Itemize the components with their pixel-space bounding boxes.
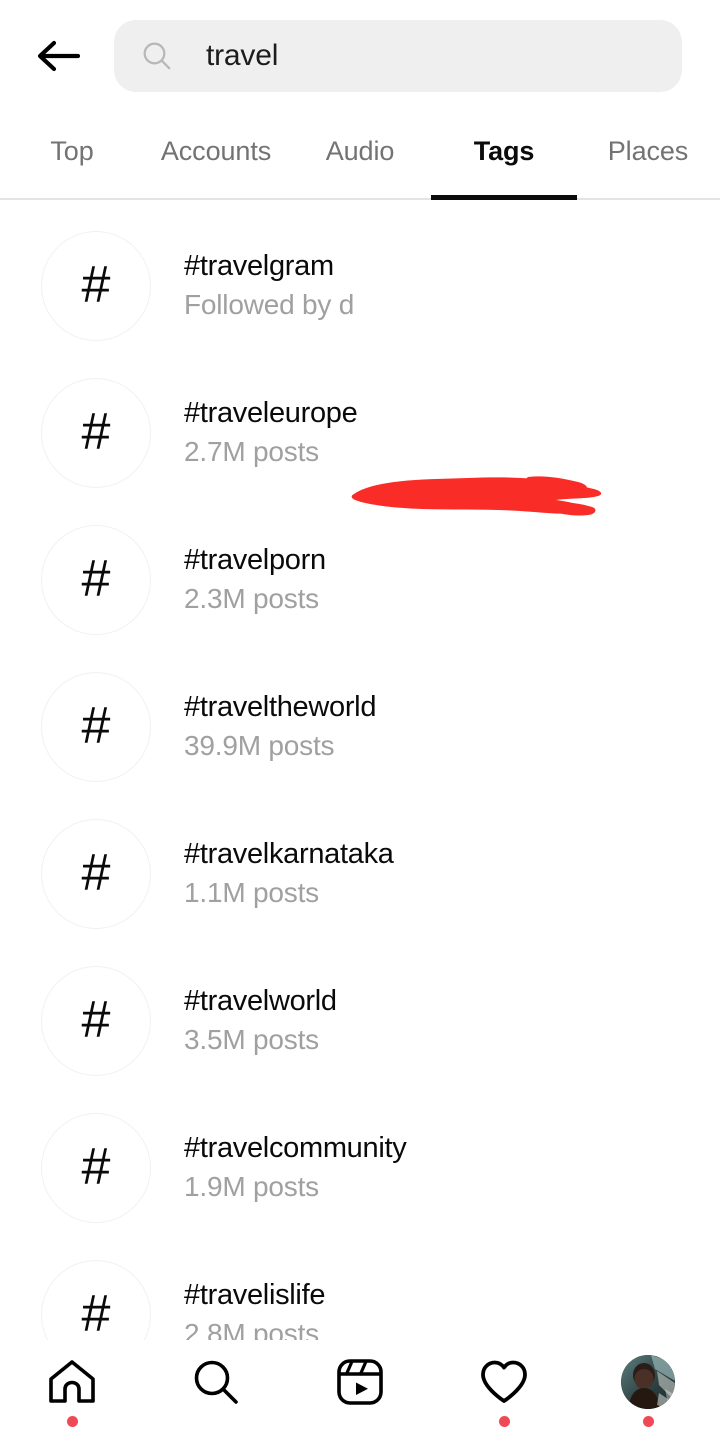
list-item[interactable]: # #travelporn 2.3M posts — [0, 506, 720, 653]
hashtag-glyph: # — [81, 843, 111, 902]
tag-name: #travelgram — [184, 249, 334, 282]
list-item-text: #travelgram Followed by d — [184, 249, 355, 321]
hashtag-glyph: # — [81, 1284, 111, 1340]
tag-name: #travelporn — [184, 543, 326, 576]
nav-activity[interactable] — [432, 1348, 576, 1427]
reels-icon — [332, 1354, 388, 1410]
tab-audio[interactable]: Audio — [288, 112, 432, 198]
list-item-text: #traveltheworld 39.9M posts — [184, 690, 377, 762]
tab-tags[interactable]: Tags — [432, 112, 576, 198]
tab-label: Places — [607, 135, 689, 166]
avatar — [621, 1355, 675, 1409]
tag-name: #travelkarnataka — [184, 837, 394, 870]
list-item[interactable]: # #travelkarnataka 1.1M posts — [0, 800, 720, 947]
list-item-text: #travelcommunity 1.9M posts — [184, 1131, 407, 1203]
list-item-text: #travelkarnataka 1.1M posts — [184, 837, 394, 909]
tab-label: Tags — [473, 135, 535, 166]
tab-label: Accounts — [160, 135, 272, 166]
tag-post-count: 2.8M posts — [184, 1317, 319, 1340]
tag-subtitle: Followed by d — [184, 288, 355, 320]
tag-name: #travelcommunity — [184, 1131, 407, 1164]
tag-name: #traveltheworld — [184, 690, 377, 723]
list-item-text: #traveleurope 2.7M posts — [184, 396, 358, 468]
nav-reels[interactable] — [288, 1348, 432, 1427]
list-item[interactable]: # #traveltheworld 39.9M posts — [0, 653, 720, 800]
search-icon — [140, 39, 174, 73]
list-item-text: #travelporn 2.3M posts — [184, 543, 326, 615]
search-icon — [188, 1354, 244, 1410]
tag-post-count: 1.9M posts — [184, 1170, 319, 1202]
search-input[interactable]: travel — [114, 20, 682, 92]
list-item[interactable]: # #travelworld 3.5M posts — [0, 947, 720, 1094]
hashtag-icon: # — [41, 524, 151, 635]
hashtag-icon: # — [41, 1259, 151, 1340]
tag-post-count: 39.9M posts — [184, 729, 335, 761]
tag-post-count: 2.3M posts — [184, 582, 319, 614]
notification-dot — [498, 1416, 510, 1427]
hashtag-glyph: # — [81, 990, 111, 1049]
back-button[interactable] — [30, 28, 86, 84]
hashtag-icon: # — [41, 671, 151, 782]
hashtag-glyph: # — [81, 1137, 111, 1196]
heart-icon — [476, 1354, 532, 1410]
tag-name: #travelislife — [184, 1278, 326, 1311]
hashtag-glyph: # — [81, 402, 111, 461]
list-item[interactable]: # #travelgram Followed by d — [0, 212, 720, 359]
hashtag-icon: # — [41, 1112, 151, 1223]
tag-post-count: 1.1M posts — [184, 876, 319, 908]
list-item-text: #travelworld 3.5M posts — [184, 984, 337, 1056]
profile-avatar-icon — [620, 1354, 676, 1410]
search-input-value: travel — [206, 41, 279, 71]
list-item[interactable]: # #travelislife 2.8M posts — [0, 1241, 720, 1340]
tag-post-count: 2.7M posts — [184, 435, 319, 467]
list-item[interactable]: # #traveleurope 2.7M posts — [0, 359, 720, 506]
hashtag-glyph: # — [81, 255, 111, 314]
tab-top[interactable]: Top — [0, 112, 144, 198]
nav-profile[interactable] — [576, 1348, 720, 1427]
tag-name: #traveleurope — [184, 396, 358, 429]
tag-post-count: 3.5M posts — [184, 1023, 319, 1055]
nav-search[interactable] — [144, 1348, 288, 1427]
hashtag-icon: # — [41, 230, 151, 341]
search-result-tabs: Top Accounts Audio Tags Places — [0, 112, 720, 200]
hashtag-glyph: # — [81, 696, 111, 755]
hashtag-icon: # — [41, 818, 151, 929]
notification-dot — [66, 1416, 78, 1427]
tab-label: Top — [50, 135, 94, 166]
tab-places[interactable]: Places — [576, 112, 720, 198]
hashtag-icon: # — [41, 965, 151, 1076]
tag-results-list[interactable]: # #travelgram Followed by d # #traveleur… — [0, 200, 720, 1340]
hashtag-glyph: # — [81, 549, 111, 608]
list-item[interactable]: # #travelcommunity 1.9M posts — [0, 1094, 720, 1241]
arrow-left-icon — [36, 38, 80, 74]
tab-label: Audio — [325, 135, 395, 166]
nav-home[interactable] — [0, 1348, 144, 1427]
search-header: travel — [0, 0, 720, 112]
instagram-search-screen: travel Top Accounts Audio Tags Places # … — [0, 0, 720, 1442]
tag-name: #travelworld — [184, 984, 337, 1017]
bottom-navigation-bar — [0, 1340, 720, 1442]
list-item-text: #travelislife 2.8M posts — [184, 1278, 326, 1340]
notification-dot — [642, 1416, 654, 1427]
hashtag-icon: # — [41, 377, 151, 488]
tab-accounts[interactable]: Accounts — [144, 112, 288, 198]
home-icon — [44, 1354, 100, 1410]
